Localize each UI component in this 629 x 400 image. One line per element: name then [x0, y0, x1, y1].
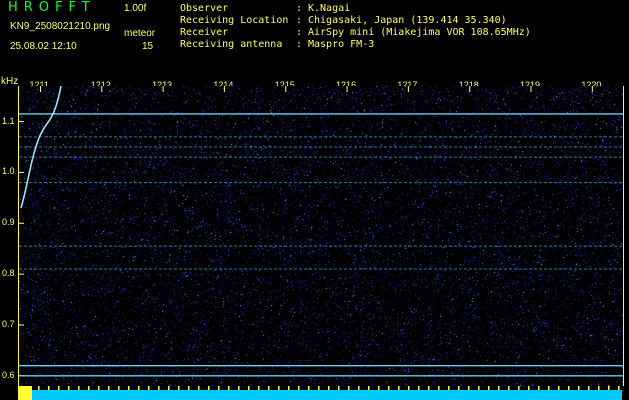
timeline-fill — [18, 390, 622, 400]
antenna-key: Receiving antenna — [180, 39, 283, 50]
timeline-tick — [468, 386, 470, 390]
timeline-tick — [618, 386, 620, 390]
timeline-tick — [428, 386, 430, 390]
timeline-tick — [528, 386, 530, 390]
meteor-count: 15 — [142, 41, 154, 52]
timeline-tick — [108, 386, 110, 390]
timeline-tick — [378, 386, 380, 390]
location-key: Receiving Location — [180, 15, 289, 26]
timeline-tick — [328, 386, 330, 390]
timeline-tick — [558, 386, 560, 390]
timeline-tick — [608, 386, 610, 390]
timeline-tick — [218, 386, 220, 390]
timeline-tick — [448, 386, 450, 390]
timeline-tick — [88, 386, 90, 390]
info-separator: : — [296, 3, 303, 14]
timeline-tick — [568, 386, 570, 390]
receiver-key: Receiver — [180, 27, 229, 38]
y-axis-unit: kHz — [1, 76, 19, 87]
timeline-tick — [38, 386, 40, 390]
timeline-tick — [518, 386, 520, 390]
timeline-tick — [308, 386, 310, 390]
antenna-value: Maspro FM-3 — [308, 39, 375, 50]
timeline-tick — [508, 386, 510, 390]
timeline-tick — [78, 386, 80, 390]
timeline-tick — [98, 386, 100, 390]
receiver-value: AirSpy mini (Miakejima VOR 108.65MHz) — [308, 27, 531, 38]
timeline-tick — [388, 386, 390, 390]
timeline-tick — [298, 386, 300, 390]
timeline-tick — [288, 386, 290, 390]
timeline-tick — [368, 386, 370, 390]
info-separator: : — [296, 39, 303, 50]
timeline-tick — [398, 386, 400, 390]
y-tick-label: 0.9 — [2, 217, 15, 228]
info-separator: : — [296, 27, 303, 38]
observer-key: Observer — [180, 3, 229, 14]
timeline-tick — [538, 386, 540, 390]
timeline-tick — [578, 386, 580, 390]
info-separator: : — [296, 15, 303, 26]
timeline-tick — [458, 386, 460, 390]
spectrogram-plot — [18, 86, 624, 386]
observer-value: K.Nagai — [308, 3, 351, 14]
y-tick-label: 0.8 — [2, 268, 15, 279]
timeline-tick — [438, 386, 440, 390]
timeline-tick — [408, 386, 410, 390]
timeline-tick — [188, 386, 190, 390]
timeline-tick — [498, 386, 500, 390]
y-tick-label: 0.7 — [2, 318, 15, 329]
timeline-tick — [178, 386, 180, 390]
y-tick-label: 1.0 — [2, 166, 15, 177]
y-tick-label: 0.6 — [2, 369, 15, 380]
timeline-tick — [148, 386, 150, 390]
timeline-tick — [478, 386, 480, 390]
spectrogram-overlay — [19, 86, 623, 377]
timeline-tick — [358, 386, 360, 390]
timeline-tick — [238, 386, 240, 390]
timeline-tick — [58, 386, 60, 390]
timeline-tick — [268, 386, 270, 390]
timeline-tick — [158, 386, 160, 390]
timeline-tick — [128, 386, 130, 390]
timeline-tick — [548, 386, 550, 390]
timeline-tick — [258, 386, 260, 390]
timeline-tick — [318, 386, 320, 390]
app-brand: HROFFT — [8, 0, 96, 15]
version-label: 1.00f — [124, 3, 147, 14]
timeline-tick — [598, 386, 600, 390]
timeline-tick — [208, 386, 210, 390]
timeline-tick — [68, 386, 70, 390]
timeline-tick — [338, 386, 340, 390]
datetime-label: 25.08.02 12:10 — [10, 41, 77, 52]
timeline-bar — [18, 386, 622, 400]
meteor-label: meteor — [124, 28, 156, 39]
y-tick-label: 1.1 — [2, 115, 15, 126]
timeline-tick — [588, 386, 590, 390]
timeline-tick — [198, 386, 200, 390]
timeline-tick — [248, 386, 250, 390]
timeline-tick — [348, 386, 350, 390]
timeline-tick — [138, 386, 140, 390]
location-value: Chigasaki, Japan (139.414 35.340) — [308, 15, 507, 26]
filename-label: KN9_2508021210.png — [10, 21, 111, 32]
timeline-tick — [488, 386, 490, 390]
timeline-tick — [418, 386, 420, 390]
timeline-tick — [48, 386, 50, 390]
timeline-tick — [168, 386, 170, 390]
timeline-tick — [278, 386, 280, 390]
timeline-tick — [118, 386, 120, 390]
timeline-marker — [18, 386, 32, 400]
timeline-tick — [228, 386, 230, 390]
